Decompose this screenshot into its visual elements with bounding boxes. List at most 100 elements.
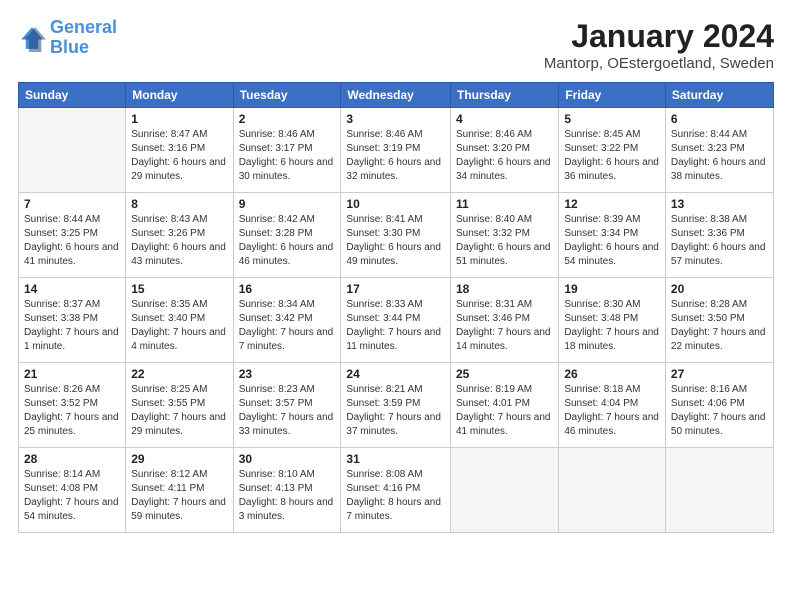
- day-number: 26: [564, 367, 660, 381]
- day-number: 29: [131, 452, 227, 466]
- logo-line1: General: [50, 17, 117, 37]
- day-number: 12: [564, 197, 660, 211]
- day-info: Sunrise: 8:35 AMSunset: 3:40 PMDaylight:…: [131, 298, 227, 354]
- calendar-cell: 5Sunrise: 8:45 AMSunset: 3:22 PMDaylight…: [559, 108, 666, 193]
- page: General Blue January 2024 Mantorp, OEste…: [0, 0, 792, 612]
- day-info: Sunrise: 8:10 AMSunset: 4:13 PMDaylight:…: [239, 468, 336, 524]
- day-info: Sunrise: 8:37 AMSunset: 3:38 PMDaylight:…: [24, 298, 120, 354]
- day-number: 30: [239, 452, 336, 466]
- calendar-cell: 18 Sunrise: 8:31 AMSunset: 3:46 PMDayligh…: [450, 278, 558, 363]
- calendar-cell: [559, 448, 666, 533]
- day-info: Sunrise: 8:46 AMSunset: 3:20 PMDaylight:…: [456, 128, 553, 184]
- day-info: Sunrise: 8:44 AMSunset: 3:25 PMDaylight:…: [24, 213, 120, 269]
- day-info: Sunrise: 8:33 AMSunset: 3:44 PMDaylight:…: [346, 298, 445, 354]
- day-number: 25: [456, 367, 553, 381]
- day-info: Sunrise: 8:34 AMSunset: 3:42 PMDaylight:…: [239, 298, 336, 354]
- day-info: Sunrise: 8:47 AMSunset: 3:16 PMDaylight:…: [131, 128, 227, 184]
- day-info: Sunrise: 8:45 AMSunset: 3:22 PMDaylight:…: [564, 128, 660, 184]
- calendar-header-monday: Monday: [126, 83, 233, 108]
- day-info: Sunrise: 8:43 AMSunset: 3:26 PMDaylight:…: [131, 213, 227, 269]
- day-info: Sunrise: 8:42 AMSunset: 3:28 PMDaylight:…: [239, 213, 336, 269]
- day-number: 14: [24, 282, 120, 296]
- day-info: Sunrise: 8:18 AMSunset: 4:04 PMDaylight:…: [564, 383, 660, 439]
- day-number: 3: [346, 112, 445, 126]
- day-number: 9: [239, 197, 336, 211]
- calendar-header-tuesday: Tuesday: [233, 83, 341, 108]
- calendar-header-sunday: Sunday: [19, 83, 126, 108]
- title-block: January 2024 Mantorp, OEstergoetland, Sw…: [544, 18, 774, 72]
- day-number: 31: [346, 452, 445, 466]
- calendar-cell: 15 Sunrise: 8:35 AMSunset: 3:40 PMDayligh…: [126, 278, 233, 363]
- calendar-header-wednesday: Wednesday: [341, 83, 451, 108]
- calendar-cell: 21Sunrise: 8:26 AMSunset: 3:52 PMDayligh…: [19, 363, 126, 448]
- day-info: Sunrise: 8:08 AMSunset: 4:16 PMDaylight:…: [346, 468, 445, 524]
- logo-icon: [18, 24, 46, 52]
- day-number: 22: [131, 367, 227, 381]
- day-number: 10: [346, 197, 445, 211]
- calendar-cell: 12 Sunrise: 8:39 AMSunset: 3:34 PMDayligh…: [559, 193, 666, 278]
- calendar-cell: 14 Sunrise: 8:37 AMSunset: 3:38 PMDayligh…: [19, 278, 126, 363]
- day-info: Sunrise: 8:28 AMSunset: 3:50 PMDaylight:…: [671, 298, 768, 354]
- calendar-week-3: 21Sunrise: 8:26 AMSunset: 3:52 PMDayligh…: [19, 363, 774, 448]
- calendar-cell: 9 Sunrise: 8:42 AMSunset: 3:28 PMDaylight…: [233, 193, 341, 278]
- day-info: Sunrise: 8:19 AMSunset: 4:01 PMDaylight:…: [456, 383, 553, 439]
- calendar-cell: [665, 448, 773, 533]
- calendar-cell: 1 Sunrise: 8:47 AMSunset: 3:16 PMDaylight…: [126, 108, 233, 193]
- calendar-header-saturday: Saturday: [665, 83, 773, 108]
- calendar-cell: 7 Sunrise: 8:44 AMSunset: 3:25 PMDaylight…: [19, 193, 126, 278]
- day-info: Sunrise: 8:46 AMSunset: 3:19 PMDaylight:…: [346, 128, 445, 184]
- calendar-header-thursday: Thursday: [450, 83, 558, 108]
- day-info: Sunrise: 8:30 AMSunset: 3:48 PMDaylight:…: [564, 298, 660, 354]
- logo-line2: Blue: [50, 37, 89, 57]
- day-number: 13: [671, 197, 768, 211]
- day-number: 16: [239, 282, 336, 296]
- day-info: Sunrise: 8:21 AMSunset: 3:59 PMDaylight:…: [346, 383, 445, 439]
- calendar-cell: 16 Sunrise: 8:34 AMSunset: 3:42 PMDayligh…: [233, 278, 341, 363]
- calendar-cell: 3 Sunrise: 8:46 AMSunset: 3:19 PMDaylight…: [341, 108, 451, 193]
- day-info: Sunrise: 8:12 AMSunset: 4:11 PMDaylight:…: [131, 468, 227, 524]
- calendar-week-2: 14 Sunrise: 8:37 AMSunset: 3:38 PMDayligh…: [19, 278, 774, 363]
- day-number: 2: [239, 112, 336, 126]
- calendar-table: SundayMondayTuesdayWednesdayThursdayFrid…: [18, 82, 774, 533]
- day-number: 7: [24, 197, 120, 211]
- calendar-cell: 24 Sunrise: 8:21 AMSunset: 3:59 PMDayligh…: [341, 363, 451, 448]
- day-number: 27: [671, 367, 768, 381]
- calendar-week-0: 1 Sunrise: 8:47 AMSunset: 3:16 PMDaylight…: [19, 108, 774, 193]
- day-info: Sunrise: 8:16 AMSunset: 4:06 PMDaylight:…: [671, 383, 768, 439]
- calendar-cell: 6Sunrise: 8:44 AMSunset: 3:23 PMDaylight…: [665, 108, 773, 193]
- day-info: Sunrise: 8:44 AMSunset: 3:23 PMDaylight:…: [671, 128, 768, 184]
- calendar-cell: 11 Sunrise: 8:40 AMSunset: 3:32 PMDayligh…: [450, 193, 558, 278]
- calendar-header-friday: Friday: [559, 83, 666, 108]
- calendar-cell: 27 Sunrise: 8:16 AMSunset: 4:06 PMDayligh…: [665, 363, 773, 448]
- calendar-cell: 22 Sunrise: 8:25 AMSunset: 3:55 PMDayligh…: [126, 363, 233, 448]
- day-number: 15: [131, 282, 227, 296]
- day-number: 1: [131, 112, 227, 126]
- day-number: 19: [564, 282, 660, 296]
- calendar-cell: 26 Sunrise: 8:18 AMSunset: 4:04 PMDayligh…: [559, 363, 666, 448]
- calendar-cell: 2 Sunrise: 8:46 AMSunset: 3:17 PMDaylight…: [233, 108, 341, 193]
- day-info: Sunrise: 8:25 AMSunset: 3:55 PMDaylight:…: [131, 383, 227, 439]
- day-info: Sunrise: 8:39 AMSunset: 3:34 PMDaylight:…: [564, 213, 660, 269]
- day-info: Sunrise: 8:41 AMSunset: 3:30 PMDaylight:…: [346, 213, 445, 269]
- day-number: 21: [24, 367, 120, 381]
- day-info: Sunrise: 8:14 AMSunset: 4:08 PMDaylight:…: [24, 468, 120, 524]
- calendar-cell: 20 Sunrise: 8:28 AMSunset: 3:50 PMDayligh…: [665, 278, 773, 363]
- day-info: Sunrise: 8:40 AMSunset: 3:32 PMDaylight:…: [456, 213, 553, 269]
- day-number: 11: [456, 197, 553, 211]
- day-number: 4: [456, 112, 553, 126]
- calendar-cell: [19, 108, 126, 193]
- calendar-cell: [450, 448, 558, 533]
- calendar-cell: 31 Sunrise: 8:08 AMSunset: 4:16 PMDayligh…: [341, 448, 451, 533]
- subtitle: Mantorp, OEstergoetland, Sweden: [544, 55, 774, 72]
- day-number: 23: [239, 367, 336, 381]
- day-number: 24: [346, 367, 445, 381]
- day-info: Sunrise: 8:46 AMSunset: 3:17 PMDaylight:…: [239, 128, 336, 184]
- calendar-cell: 30 Sunrise: 8:10 AMSunset: 4:13 PMDayligh…: [233, 448, 341, 533]
- calendar-cell: 10 Sunrise: 8:41 AMSunset: 3:30 PMDayligh…: [341, 193, 451, 278]
- day-number: 8: [131, 197, 227, 211]
- day-number: 20: [671, 282, 768, 296]
- calendar-cell: 28Sunrise: 8:14 AMSunset: 4:08 PMDayligh…: [19, 448, 126, 533]
- day-number: 18: [456, 282, 553, 296]
- day-info: Sunrise: 8:31 AMSunset: 3:46 PMDaylight:…: [456, 298, 553, 354]
- calendar-cell: 23Sunrise: 8:23 AMSunset: 3:57 PMDayligh…: [233, 363, 341, 448]
